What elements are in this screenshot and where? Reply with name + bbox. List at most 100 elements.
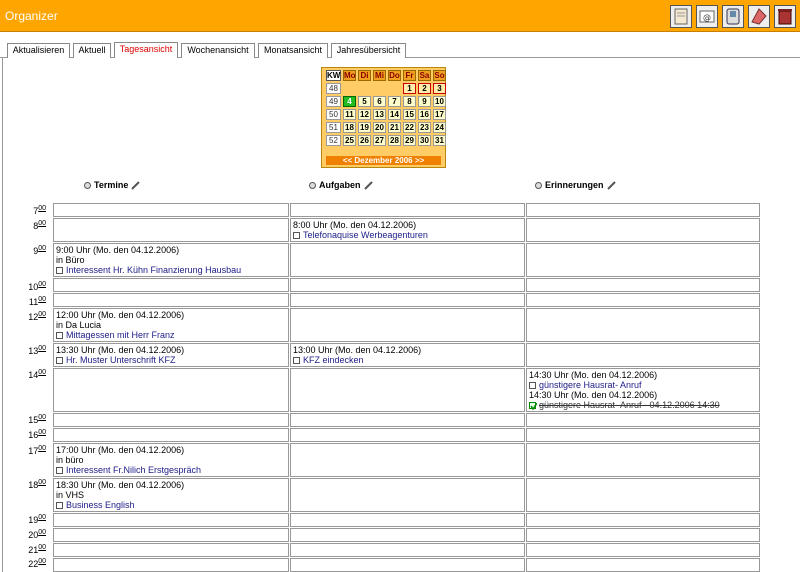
tab-tagesansicht[interactable]: Tagesansicht	[114, 42, 178, 58]
entry-link[interactable]: Hr. Muster Unterschrift KFZ	[66, 355, 176, 365]
cal-day-today[interactable]: 4	[343, 96, 356, 107]
cal-week-number[interactable]: 49	[326, 96, 341, 107]
tab-aktualisieren[interactable]: Aktualisieren	[7, 43, 70, 58]
erinnerungen-slot[interactable]	[526, 218, 760, 242]
erinnerungen-slot[interactable]	[526, 278, 760, 292]
task-checkbox[interactable]	[56, 502, 63, 510]
cal-day[interactable]: 26	[358, 135, 371, 146]
aufgaben-slot[interactable]: 13:00 Uhr (Mo. den 04.12.2006) KFZ einde…	[290, 343, 525, 367]
entry-link[interactable]: Telefonaquise Werbeagenturen	[303, 230, 428, 240]
cal-day[interactable]: 25	[343, 135, 356, 146]
aufgaben-slot[interactable]	[290, 203, 525, 217]
cal-day[interactable]: 27	[373, 135, 386, 146]
erinnerungen-slot[interactable]	[526, 243, 760, 277]
cal-day[interactable]: 19	[358, 122, 371, 133]
erinnerungen-slot[interactable]	[526, 443, 760, 477]
termine-slot[interactable]	[53, 558, 289, 572]
entry-link[interactable]: günstigere Hausrat- Anruf	[539, 380, 642, 390]
task-checkbox[interactable]	[293, 232, 300, 240]
cal-day[interactable]: 5	[358, 96, 371, 107]
edit-pencil-icon[interactable]	[363, 180, 373, 190]
termine-slot[interactable]	[53, 428, 289, 442]
reminder-checkbox-checked[interactable]	[529, 402, 537, 411]
cal-day[interactable]: 18	[343, 122, 356, 133]
cal-day[interactable]: 29	[403, 135, 416, 146]
termine-slot[interactable]: 12:00 Uhr (Mo. den 04.12.2006) in Da Luc…	[53, 308, 289, 342]
termine-slot[interactable]	[53, 293, 289, 307]
cal-day[interactable]: 20	[373, 122, 386, 133]
erinnerungen-slot[interactable]	[526, 203, 760, 217]
cal-day[interactable]: 1	[403, 83, 416, 94]
termine-slot[interactable]: 18:30 Uhr (Mo. den 04.12.2006) in VHS Bu…	[53, 478, 289, 512]
cal-day[interactable]: 10	[433, 96, 446, 107]
tab-monatsansicht[interactable]: Monatsansicht	[258, 43, 328, 58]
cal-day[interactable]: 6	[373, 96, 386, 107]
cal-day[interactable]: 21	[388, 122, 401, 133]
cal-day[interactable]: 12	[358, 109, 371, 120]
cal-day[interactable]: 31	[433, 135, 446, 146]
termine-slot[interactable]	[53, 413, 289, 427]
aufgaben-slot[interactable]	[290, 368, 525, 412]
erinnerungen-slot[interactable]	[526, 428, 760, 442]
toggle-icon[interactable]	[309, 181, 316, 189]
phone-icon[interactable]	[722, 5, 744, 28]
aufgaben-slot[interactable]	[290, 513, 525, 527]
termine-slot[interactable]	[53, 528, 289, 542]
aufgaben-slot[interactable]	[290, 443, 525, 477]
task-checkbox[interactable]	[56, 467, 63, 475]
cal-day[interactable]: 28	[388, 135, 401, 146]
termine-slot[interactable]	[53, 368, 289, 412]
erinnerungen-slot[interactable]	[526, 293, 760, 307]
task-checkbox[interactable]	[56, 357, 63, 365]
cal-day[interactable]: 17	[433, 109, 446, 120]
cal-day[interactable]: 9	[418, 96, 431, 107]
erinnerungen-slot[interactable]: 14:30 Uhr (Mo. den 04.12.2006) günstiger…	[526, 368, 760, 412]
edit-pencil-icon[interactable]	[131, 180, 141, 190]
task-checkbox[interactable]	[56, 267, 63, 275]
task-checkbox[interactable]	[293, 357, 300, 365]
termine-slot[interactable]	[53, 203, 289, 217]
aufgaben-slot[interactable]	[290, 558, 525, 572]
termine-slot[interactable]	[53, 543, 289, 557]
erinnerungen-slot[interactable]	[526, 513, 760, 527]
aufgaben-slot[interactable]	[290, 293, 525, 307]
cal-day[interactable]: 3	[433, 83, 446, 94]
entry-link[interactable]: Business English	[66, 500, 135, 510]
cal-day[interactable]: 8	[403, 96, 416, 107]
cal-day[interactable]: 24	[433, 122, 446, 133]
erinnerungen-slot[interactable]	[526, 308, 760, 342]
reminder-checkbox[interactable]	[529, 382, 536, 390]
entry-link[interactable]: Mittagessen mit Herr Franz	[66, 330, 175, 340]
cal-day[interactable]: 30	[418, 135, 431, 146]
email-icon[interactable]: @	[696, 5, 718, 28]
cal-day[interactable]: 16	[418, 109, 431, 120]
cal-week-number[interactable]: 52	[326, 135, 341, 146]
cal-day[interactable]: 2	[418, 83, 431, 94]
aufgaben-slot[interactable]	[290, 428, 525, 442]
notes-icon[interactable]	[670, 5, 692, 28]
tab-jahresuebersicht[interactable]: Jahresübersicht	[331, 43, 406, 58]
toggle-icon[interactable]	[84, 181, 91, 189]
aufgaben-slot[interactable]	[290, 528, 525, 542]
erinnerungen-slot[interactable]	[526, 528, 760, 542]
termine-slot[interactable]	[53, 513, 289, 527]
tab-aktuell[interactable]: Aktuell	[73, 43, 111, 58]
aufgaben-slot[interactable]	[290, 278, 525, 292]
erinnerungen-slot[interactable]	[526, 413, 760, 427]
cal-day[interactable]: 15	[403, 109, 416, 120]
termine-slot[interactable]: 13:30 Uhr (Mo. den 04.12.2006) Hr. Muste…	[53, 343, 289, 367]
cal-week-number[interactable]: 48	[326, 83, 341, 94]
calendar-month-nav[interactable]: << Dezember 2006 >>	[326, 156, 441, 165]
erinnerungen-slot[interactable]	[526, 343, 760, 367]
aufgaben-slot[interactable]	[290, 478, 525, 512]
trash-icon[interactable]	[774, 5, 796, 28]
toggle-icon[interactable]	[535, 181, 542, 189]
edit-pencil-icon[interactable]	[606, 180, 616, 190]
termine-slot[interactable]	[53, 278, 289, 292]
task-checkbox[interactable]	[56, 332, 63, 340]
cal-week-number[interactable]: 51	[326, 122, 341, 133]
cal-day[interactable]: 14	[388, 109, 401, 120]
cal-day[interactable]: 13	[373, 109, 386, 120]
cal-day[interactable]: 23	[418, 122, 431, 133]
entry-link[interactable]: KFZ eindecken	[303, 355, 364, 365]
